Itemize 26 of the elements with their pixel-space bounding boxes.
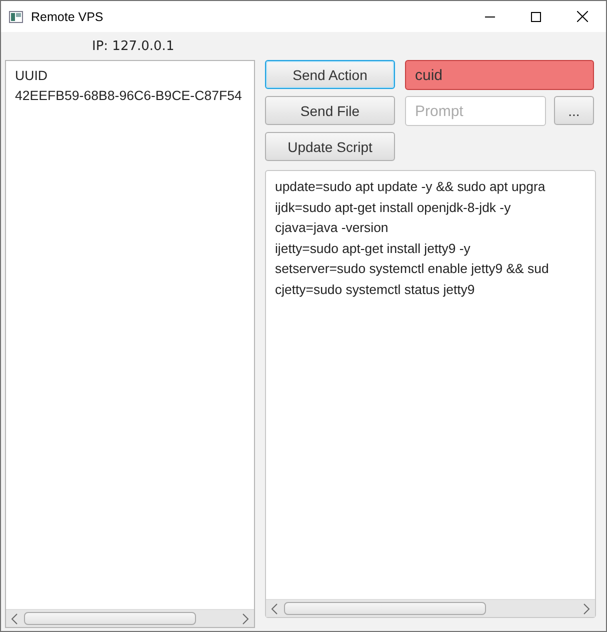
send-file-button[interactable]: Send File — [265, 96, 395, 125]
app-icon — [9, 10, 23, 22]
script-line: ijetty=sudo apt-get install jetty9 -y — [275, 240, 472, 258]
scroll-left-icon[interactable] — [271, 602, 279, 614]
list-item[interactable]: UUID — [15, 66, 248, 86]
script-line: update=sudo apt update -y && sudo apt upgra — [275, 178, 546, 196]
scroll-right-icon[interactable] — [241, 612, 249, 624]
script-line: cjava=java -version — [275, 219, 390, 237]
horizontal-scrollbar[interactable] — [6, 609, 254, 627]
scroll-left-icon[interactable] — [11, 612, 19, 624]
script-area[interactable] — [265, 170, 596, 618]
ip-label: IP: 127.0.0.1 — [92, 38, 174, 54]
script-line: ijdk=sudo apt-get install openjdk-8-jdk -y — [275, 198, 512, 217]
update-script-button[interactable]: Update Script — [265, 132, 395, 161]
action-field[interactable]: cuid — [405, 60, 594, 90]
list-item[interactable]: 42EEFB59-68B8-96C6-B9CE-C87F54 — [15, 86, 248, 106]
script-line: setserver=sudo systemctl enable jetty9 && sud — [275, 260, 550, 278]
horizontal-scrollbar[interactable] — [266, 599, 595, 617]
close-icon[interactable] — [577, 11, 588, 22]
script-line: cjetty=sudo systemctl status jetty9 — [275, 280, 476, 299]
browse-button[interactable]: ... — [554, 96, 594, 125]
scroll-right-icon[interactable] — [582, 602, 590, 614]
prompt-field[interactable]: Prompt — [405, 96, 546, 126]
maximize-icon[interactable] — [531, 12, 541, 22]
window-title: Remote VPS — [31, 10, 104, 24]
send-action-button[interactable]: Send Action — [265, 60, 395, 89]
